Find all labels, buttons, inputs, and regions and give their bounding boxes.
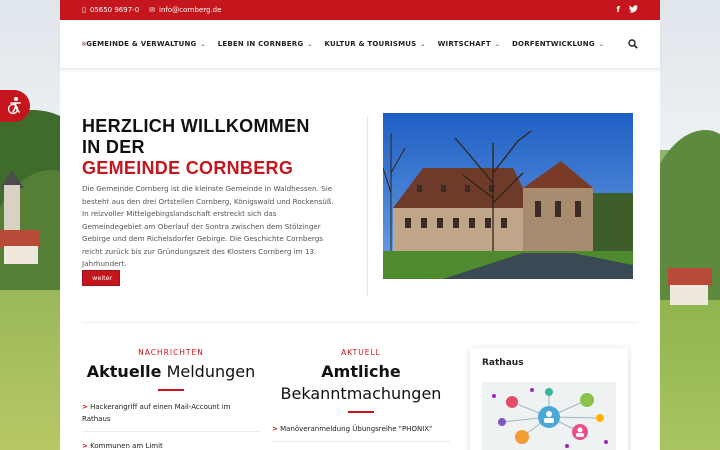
kloster-cornberg-photo [383, 113, 633, 279]
search-icon[interactable] [628, 39, 638, 49]
top-bar: ▯ 05650 9697-0 ✉ info@cornberg.de f [60, 0, 660, 20]
email-contact[interactable]: ✉ info@cornberg.de [149, 6, 221, 14]
phone-contact[interactable]: ▯ 05650 9697-0 [82, 6, 139, 14]
news-item[interactable]: > Kommunen am Limit [82, 432, 260, 450]
hero-title-line1: HERZLICH WILLKOMMEN [82, 116, 310, 136]
bullet-arrow-icon: > [272, 425, 278, 433]
hero-title-line3: GEMEINDE CORNBERG [82, 158, 294, 178]
email-address: info@cornberg.de [159, 6, 222, 14]
news-section: NACHRICHTEN Aktuelle Meldungen > Hackera… [82, 348, 260, 450]
phone-number: 05650 9697-0 [89, 6, 140, 14]
notices-section: AKTUELL Amtliche Bekanntmachungen > Manö… [272, 348, 450, 442]
chevron-down-icon: ⌄ [420, 40, 426, 48]
news-title: Aktuelle Meldungen [86, 362, 256, 381]
nav-dorfentwicklung[interactable]: DORFENTWICKLUNG ⌄ [512, 40, 604, 48]
main-navigation: GEMEINDE & VERWALTUNG ⌄ LEBEN IN CORNBERG… [60, 20, 660, 69]
title-accent-line [158, 389, 184, 391]
weiter-button[interactable]: weiter [82, 270, 120, 286]
news-item[interactable]: > Hackerangriff auf einen Mail-Account i… [82, 395, 260, 432]
chevron-down-icon: ⌄ [200, 40, 206, 48]
twitter-icon[interactable] [629, 5, 638, 15]
nav-gemeinde-verwaltung[interactable]: GEMEINDE & VERWALTUNG ⌄ [86, 40, 206, 48]
page-container: GEMEINDE & VERWALTUNG ⌄ LEBEN IN CORNBERG… [60, 20, 660, 450]
nav-leben-in-cornberg[interactable]: LEBEN IN CORNBERG ⌄ [218, 40, 313, 48]
chevron-down-icon: ⌄ [494, 40, 501, 48]
hero-intro-text: Die Gemeinde Cornberg ist die kleinste G… [82, 184, 334, 268]
rathaus-card-title: Rathaus [482, 358, 524, 368]
notice-item[interactable]: > Manöveranmeldung Übungsreihe "PHONIX" [272, 417, 450, 442]
vertical-divider [367, 116, 368, 296]
mail-icon: ✉ [149, 6, 156, 14]
nav-wirtschaft[interactable]: WIRTSCHAFT ⌄ [438, 40, 500, 48]
bullet-arrow-icon: > [82, 442, 88, 450]
notices-title: Amtliche Bekanntmachungen [280, 362, 442, 403]
facebook-icon[interactable]: f [617, 5, 620, 15]
hero-title-line2: IN DER [82, 137, 145, 157]
chevron-down-icon: ⌄ [598, 40, 604, 48]
nav-kultur-tourismus[interactable]: KULTUR & TOURISMUS ⌄ [325, 40, 426, 48]
news-kicker: NACHRICHTEN [138, 348, 204, 357]
phone-icon: ▯ [82, 6, 86, 14]
network-people-illustration [482, 382, 616, 450]
notices-kicker: AKTUELL [341, 348, 381, 357]
chevron-down-icon: ⌄ [307, 40, 313, 48]
title-accent-line [348, 411, 374, 413]
bullet-arrow-icon: > [82, 403, 88, 411]
section-divider [82, 322, 638, 323]
accessibility-icon [7, 97, 21, 115]
hero-section: HERZLICH WILLKOMMEN IN DER GEMEINDE CORN… [82, 116, 337, 271]
rathaus-card[interactable]: Rathaus [470, 348, 628, 450]
